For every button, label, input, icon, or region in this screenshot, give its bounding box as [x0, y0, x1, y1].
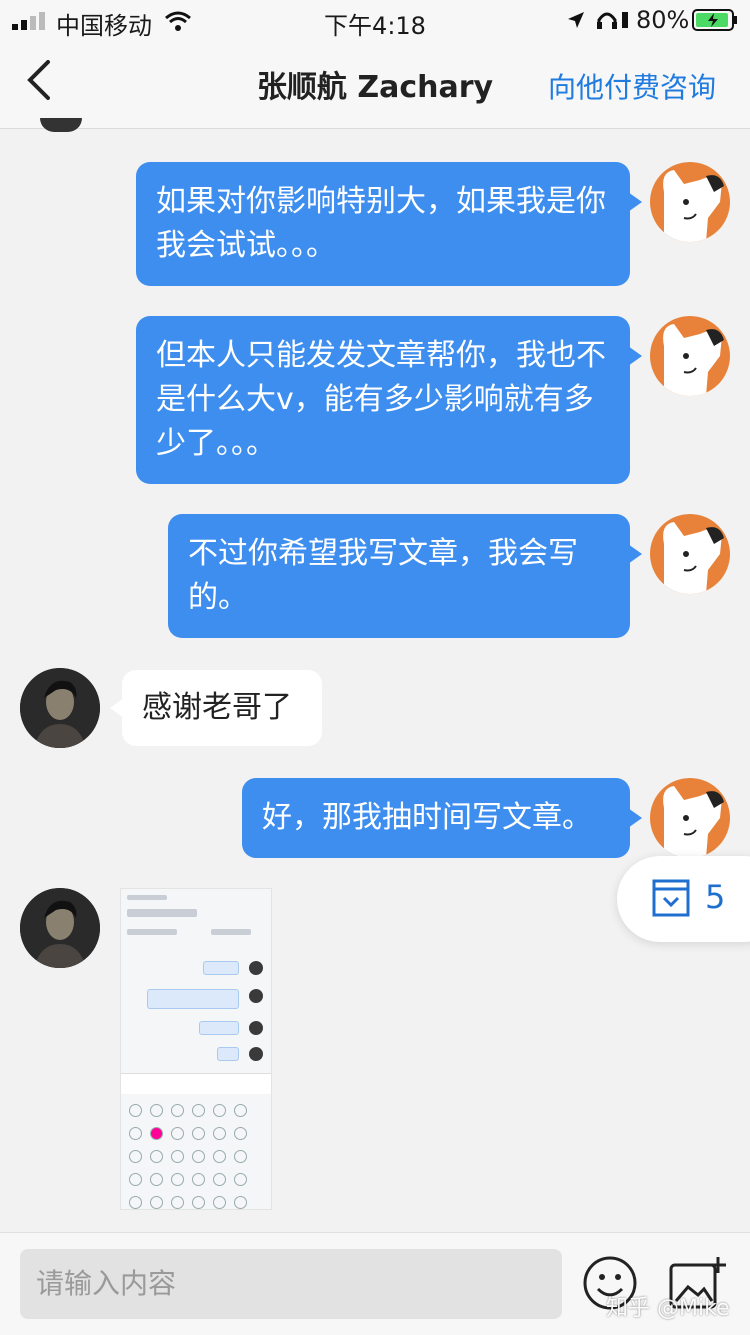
screenshot-emoji-grid [125, 1101, 267, 1209]
avatar[interactable] [650, 778, 730, 858]
location-icon [568, 12, 584, 28]
alarm-icon [622, 12, 628, 28]
avatar[interactable] [650, 514, 730, 594]
watermark: 知乎 @Mike [606, 1296, 730, 1321]
inbox-icon [652, 879, 690, 917]
paid-consult-button[interactable]: 向他付费咨询 [548, 66, 716, 106]
nav-bar: 张顺航 Zachary 向他付费咨询 [0, 40, 750, 129]
dog-avatar-icon [663, 170, 724, 242]
dog-avatar-icon [663, 522, 724, 594]
screenshot-detail [127, 909, 197, 917]
screenshot-detail [249, 1047, 263, 1061]
screenshot-detail [199, 1021, 239, 1035]
avatar [40, 118, 82, 132]
message-input[interactable]: 请输入内容 [20, 1249, 562, 1319]
screenshot-detail [249, 989, 263, 1003]
image-message[interactable] [120, 888, 272, 1210]
dog-avatar-icon [663, 324, 724, 396]
dog-avatar-icon [663, 786, 724, 858]
headphones-icon [597, 12, 617, 29]
screenshot-detail [217, 1047, 239, 1061]
message-bubble-sent[interactable]: 但本人只能发发文章帮你，我也不是什么大v，能有多少影响就有多少了。。。 [136, 316, 642, 484]
message-bubble-sent[interactable]: 不过你希望我写文章，我会写的。 [168, 514, 642, 638]
man-avatar-icon [20, 668, 100, 748]
message-bubble-sent[interactable]: 好，那我抽时间写文章。 [242, 778, 642, 858]
battery-percent: 80% [636, 6, 690, 34]
folder-count: 5 [705, 878, 726, 916]
man-avatar-icon [20, 888, 100, 968]
screenshot-detail [127, 929, 177, 935]
avatar[interactable] [20, 888, 100, 968]
screenshot-detail [249, 1021, 263, 1035]
message-bubble-sent[interactable]: 如果对你影响特别大，如果我是你我会试试。。。 [136, 162, 642, 286]
avatar[interactable] [20, 668, 100, 748]
message-bubble-received[interactable]: 感谢老哥了 [110, 670, 322, 746]
screenshot-detail [121, 1073, 271, 1094]
avatar[interactable] [650, 162, 730, 242]
folder-pill[interactable]: 5 [617, 856, 750, 942]
screenshot-detail [203, 961, 239, 975]
screenshot-detail [127, 895, 167, 900]
avatar[interactable] [650, 316, 730, 396]
screenshot-detail [147, 989, 239, 1009]
screenshot-detail [249, 961, 263, 975]
screenshot-detail [211, 929, 251, 935]
battery-icon [692, 9, 737, 31]
status-bar: 中国移动 下午4:18 80% [0, 0, 750, 40]
